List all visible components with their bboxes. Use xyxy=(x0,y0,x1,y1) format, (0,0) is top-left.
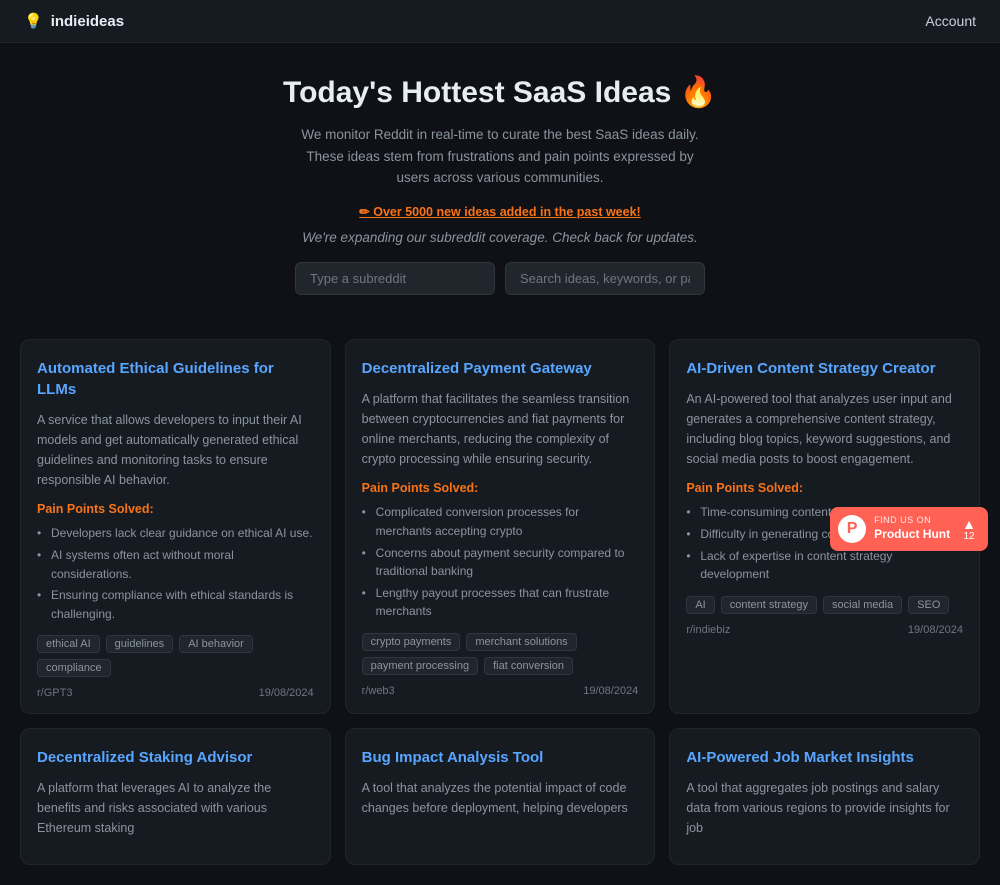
hero-subtitle: We monitor Reddit in real-time to curate… xyxy=(290,124,710,189)
card-desc: A platform that leverages AI to analyze … xyxy=(37,778,314,838)
tag[interactable]: guidelines xyxy=(106,635,174,653)
subreddit-input[interactable] xyxy=(295,262,495,295)
navbar: 💡 indieideas Account xyxy=(0,0,1000,43)
card-title: AI-Powered Job Market Insights xyxy=(686,747,963,768)
hero-title: Today's Hottest SaaS Ideas 🔥 xyxy=(20,75,980,110)
card-footer: r/web3 19/08/2024 xyxy=(362,685,639,697)
tag[interactable]: ethical AI xyxy=(37,635,100,653)
card-title: Bug Impact Analysis Tool xyxy=(362,747,639,768)
card-desc: A platform that facilitates the seamless… xyxy=(362,389,639,469)
card-item[interactable]: Decentralized Payment Gateway A platform… xyxy=(345,339,656,714)
card-title: AI-Driven Content Strategy Creator xyxy=(686,358,963,379)
hero-sub-text: We're expanding our subreddit coverage. … xyxy=(290,227,710,249)
card-source: r/GPT3 xyxy=(37,687,72,699)
card-item[interactable]: Automated Ethical Guidelines for LLMs A … xyxy=(20,339,331,714)
pain-item: Concerns about payment security compared… xyxy=(362,544,639,581)
search-row xyxy=(20,262,980,295)
pain-label: Pain Points Solved: xyxy=(686,481,963,495)
ph-count-number: 12 xyxy=(964,531,975,542)
tag[interactable]: merchant solutions xyxy=(466,633,576,651)
pain-item: Complicated conversion processes for mer… xyxy=(362,503,639,540)
brand-icon: 💡 xyxy=(24,12,43,30)
ph-logo-icon: P xyxy=(838,515,866,543)
pain-item: Lack of expertise in content strategy de… xyxy=(686,547,963,584)
card-footer: r/GPT3 19/08/2024 xyxy=(37,687,314,699)
card-item[interactable]: AI-Powered Job Market Insights A tool th… xyxy=(669,728,980,865)
tag[interactable]: social media xyxy=(823,596,902,614)
card-title: Decentralized Payment Gateway xyxy=(362,358,639,379)
card-desc: A tool that aggregates job postings and … xyxy=(686,778,963,838)
card-desc: A service that allows developers to inpu… xyxy=(37,410,314,490)
ph-vote-count[interactable]: ▲ 12 xyxy=(962,517,976,542)
ideas-search-input[interactable] xyxy=(505,262,705,295)
pain-list: Developers lack clear guidance on ethica… xyxy=(37,524,314,623)
tag[interactable]: fiat conversion xyxy=(484,657,573,675)
tags: ethical AI guidelines AI behavior complianc… xyxy=(37,635,314,677)
pain-label: Pain Points Solved: xyxy=(37,502,314,516)
card-desc: A tool that analyzes the potential impac… xyxy=(362,778,639,818)
card-footer: r/indiebiz 19/08/2024 xyxy=(686,624,963,636)
tag[interactable]: compliance xyxy=(37,659,111,677)
cards-grid: Automated Ethical Guidelines for LLMs A … xyxy=(0,339,1000,885)
pain-item: Ensuring compliance with ethical standar… xyxy=(37,586,314,623)
tags: AI content strategy social media SEO xyxy=(686,596,963,614)
tag[interactable]: payment processing xyxy=(362,657,478,675)
card-item[interactable]: Bug Impact Analysis Tool A tool that ana… xyxy=(345,728,656,865)
pain-item: Lengthy payout processes that can frustr… xyxy=(362,584,639,621)
pain-item: AI systems often act without moral consi… xyxy=(37,546,314,583)
card-desc: An AI-powered tool that analyzes user in… xyxy=(686,389,963,469)
ph-arrow-icon: ▲ xyxy=(962,517,976,531)
card-title: Automated Ethical Guidelines for LLMs xyxy=(37,358,314,400)
tag[interactable]: crypto payments xyxy=(362,633,461,651)
ph-name: Product Hunt xyxy=(874,527,950,543)
hero-section: Today's Hottest SaaS Ideas 🔥 We monitor … xyxy=(0,43,1000,339)
pain-list: Complicated conversion processes for mer… xyxy=(362,503,639,621)
tag[interactable]: content strategy xyxy=(721,596,817,614)
pain-item: Developers lack clear guidance on ethica… xyxy=(37,524,314,543)
tag[interactable]: AI behavior xyxy=(179,635,253,653)
tag[interactable]: AI xyxy=(686,596,714,614)
card-source: r/indiebiz xyxy=(686,624,730,636)
card-title: Decentralized Staking Advisor xyxy=(37,747,314,768)
card-source: r/web3 xyxy=(362,685,395,697)
tag[interactable]: SEO xyxy=(908,596,949,614)
card-date: 19/08/2024 xyxy=(908,624,963,636)
card-date: 19/08/2024 xyxy=(583,685,638,697)
hero-badge[interactable]: ✏ Over 5000 new ideas added in the past … xyxy=(359,204,640,219)
account-link[interactable]: Account xyxy=(925,13,976,29)
card-item[interactable]: Decentralized Staking Advisor A platform… xyxy=(20,728,331,865)
ph-find-label: FIND US ON xyxy=(874,515,950,527)
tags: crypto payments merchant solutions payment… xyxy=(362,633,639,675)
product-hunt-badge[interactable]: P FIND US ON Product Hunt ▲ 12 xyxy=(830,507,988,551)
card-date: 19/08/2024 xyxy=(259,687,314,699)
brand-name: indieideas xyxy=(51,13,124,30)
ph-text: FIND US ON Product Hunt xyxy=(874,515,950,542)
brand[interactable]: 💡 indieideas xyxy=(24,12,124,30)
pain-label: Pain Points Solved: xyxy=(362,481,639,495)
